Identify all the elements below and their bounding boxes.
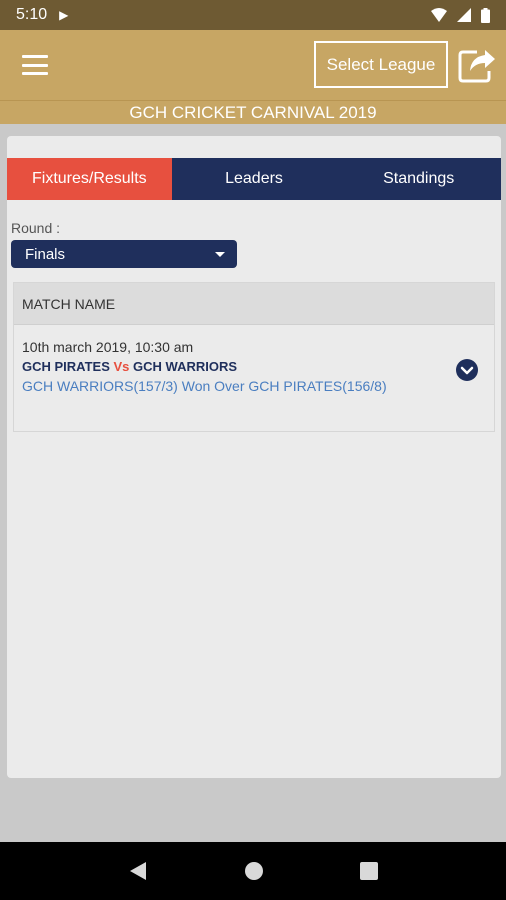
- status-time: 5:10: [16, 6, 48, 23]
- round-dropdown[interactable]: Finals: [11, 240, 237, 268]
- tab-bar: Fixtures/Results Leaders Standings: [7, 158, 501, 200]
- menu-icon[interactable]: [22, 55, 48, 75]
- match-teams: GCH PIRATES Vs GCH WARRIORS: [22, 359, 486, 374]
- recents-icon[interactable]: [360, 862, 378, 880]
- status-icons: [431, 7, 490, 23]
- home-icon[interactable]: [244, 861, 264, 881]
- tab-fixtures-results[interactable]: Fixtures/Results: [7, 158, 172, 200]
- match-result: GCH WARRIORS(157/3) Won Over GCH PIRATES…: [22, 378, 387, 394]
- table-header: MATCH NAME: [14, 283, 494, 325]
- team-b: GCH WARRIORS: [133, 359, 238, 374]
- chevron-down-icon[interactable]: [456, 359, 478, 381]
- tab-leaders[interactable]: Leaders: [172, 158, 337, 200]
- select-league-button[interactable]: Select League: [314, 41, 448, 88]
- play-store-icon: ▶: [59, 8, 69, 22]
- system-nav-bar: [0, 842, 506, 900]
- round-selected-value: Finals: [25, 245, 66, 263]
- share-icon[interactable]: [457, 44, 497, 84]
- match-date: 10th march 2019, 10:30 am: [22, 339, 194, 355]
- back-icon[interactable]: [128, 861, 148, 881]
- tab-standings[interactable]: Standings: [336, 158, 501, 200]
- table-row[interactable]: 10th march 2019, 10:30 am GCH PIRATES Vs…: [14, 325, 494, 431]
- dropdown-caret-icon: [215, 252, 225, 257]
- app-bar: Select League: [0, 30, 506, 100]
- battery-icon: [481, 7, 490, 23]
- status-bar: 5:10 ▶: [0, 0, 506, 30]
- signal-icon: [457, 8, 471, 22]
- matches-table: MATCH NAME 10th march 2019, 10:30 am GCH…: [13, 282, 495, 432]
- vs-label: Vs: [113, 359, 130, 374]
- round-label: Round :: [11, 220, 61, 236]
- wifi-icon: [431, 8, 447, 22]
- team-a: GCH PIRATES: [22, 359, 110, 374]
- banner-title: GCH CRICKET CARNIVAL 2019: [0, 100, 506, 124]
- content-card: Fixtures/Results Leaders Standings Round…: [7, 136, 501, 778]
